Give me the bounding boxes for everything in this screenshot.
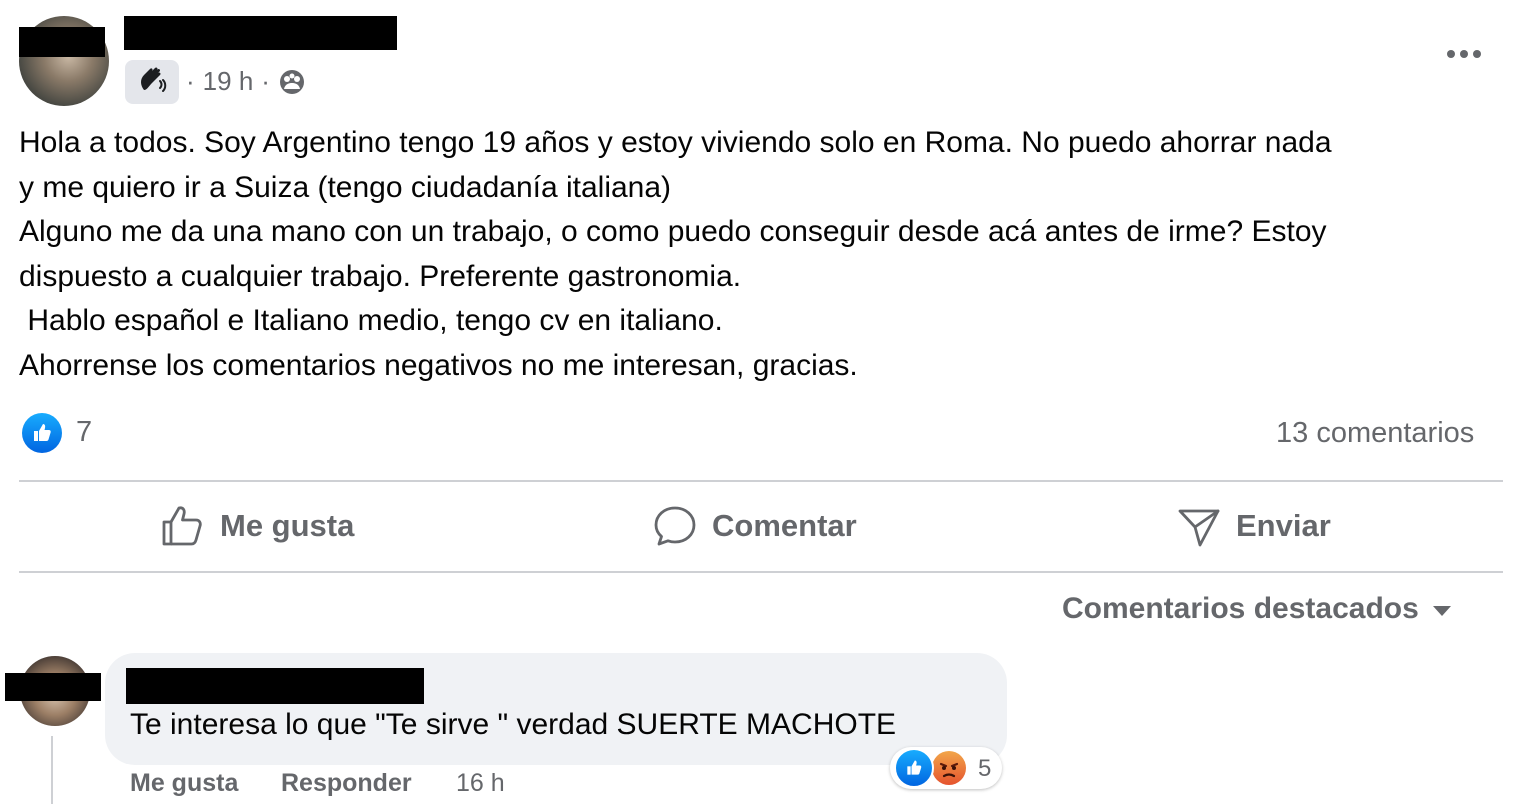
thumbs-up-icon <box>160 503 206 549</box>
post-author-name-redacted[interactable] <box>124 16 397 50</box>
comment-text: Te interesa lo que "Te sirve " verdad SU… <box>130 708 897 741</box>
comments-filter-dropdown[interactable]: Comentarios destacados <box>1062 592 1451 626</box>
comment-count[interactable]: 13 comentarios <box>1276 417 1474 450</box>
comment-bubble-icon <box>652 503 698 549</box>
redaction-bar <box>5 673 101 701</box>
comment-button-label: Comentar <box>712 508 857 543</box>
like-reaction-icon[interactable] <box>22 413 62 453</box>
commenter-name-redacted[interactable] <box>126 668 424 704</box>
send-button-label: Enviar <box>1236 508 1331 543</box>
divider <box>19 571 1503 573</box>
like-button[interactable]: Me gusta <box>160 502 354 550</box>
more-horizontal-icon[interactable] <box>1442 40 1486 68</box>
comment-button[interactable]: Comentar <box>652 502 857 550</box>
reaction-count[interactable]: 7 <box>76 416 92 449</box>
comment-reaction-count: 5 <box>978 755 992 782</box>
comment-reply-button[interactable]: Responder <box>281 769 412 798</box>
angry-reaction-icon <box>932 751 966 785</box>
comment-timestamp[interactable]: 16 h <box>456 769 505 798</box>
like-button-label: Me gusta <box>220 508 355 543</box>
send-button[interactable]: Enviar <box>1176 502 1331 550</box>
comment-like-button[interactable]: Me gusta <box>130 769 238 798</box>
divider <box>19 480 1503 482</box>
caret-down-icon <box>1432 606 1451 616</box>
send-icon <box>1176 503 1222 549</box>
comments-filter-label: Comentarios destacados <box>1062 592 1419 625</box>
post-text: Hola a todos. Soy Argentino tengo 19 año… <box>19 126 1332 382</box>
separator: · <box>186 66 195 96</box>
wave-hand-icon <box>135 63 169 102</box>
post-timestamp[interactable]: 19 h <box>203 66 254 97</box>
like-reaction-icon <box>894 748 934 788</box>
audience-icon[interactable] <box>278 68 306 96</box>
group-badge[interactable] <box>125 60 179 104</box>
comment-reactions[interactable]: 5 <box>890 747 1002 789</box>
separator: · <box>261 66 270 96</box>
post-meta: · 19 h · <box>186 66 306 97</box>
redaction-bar <box>19 27 105 57</box>
thread-line <box>51 736 53 804</box>
